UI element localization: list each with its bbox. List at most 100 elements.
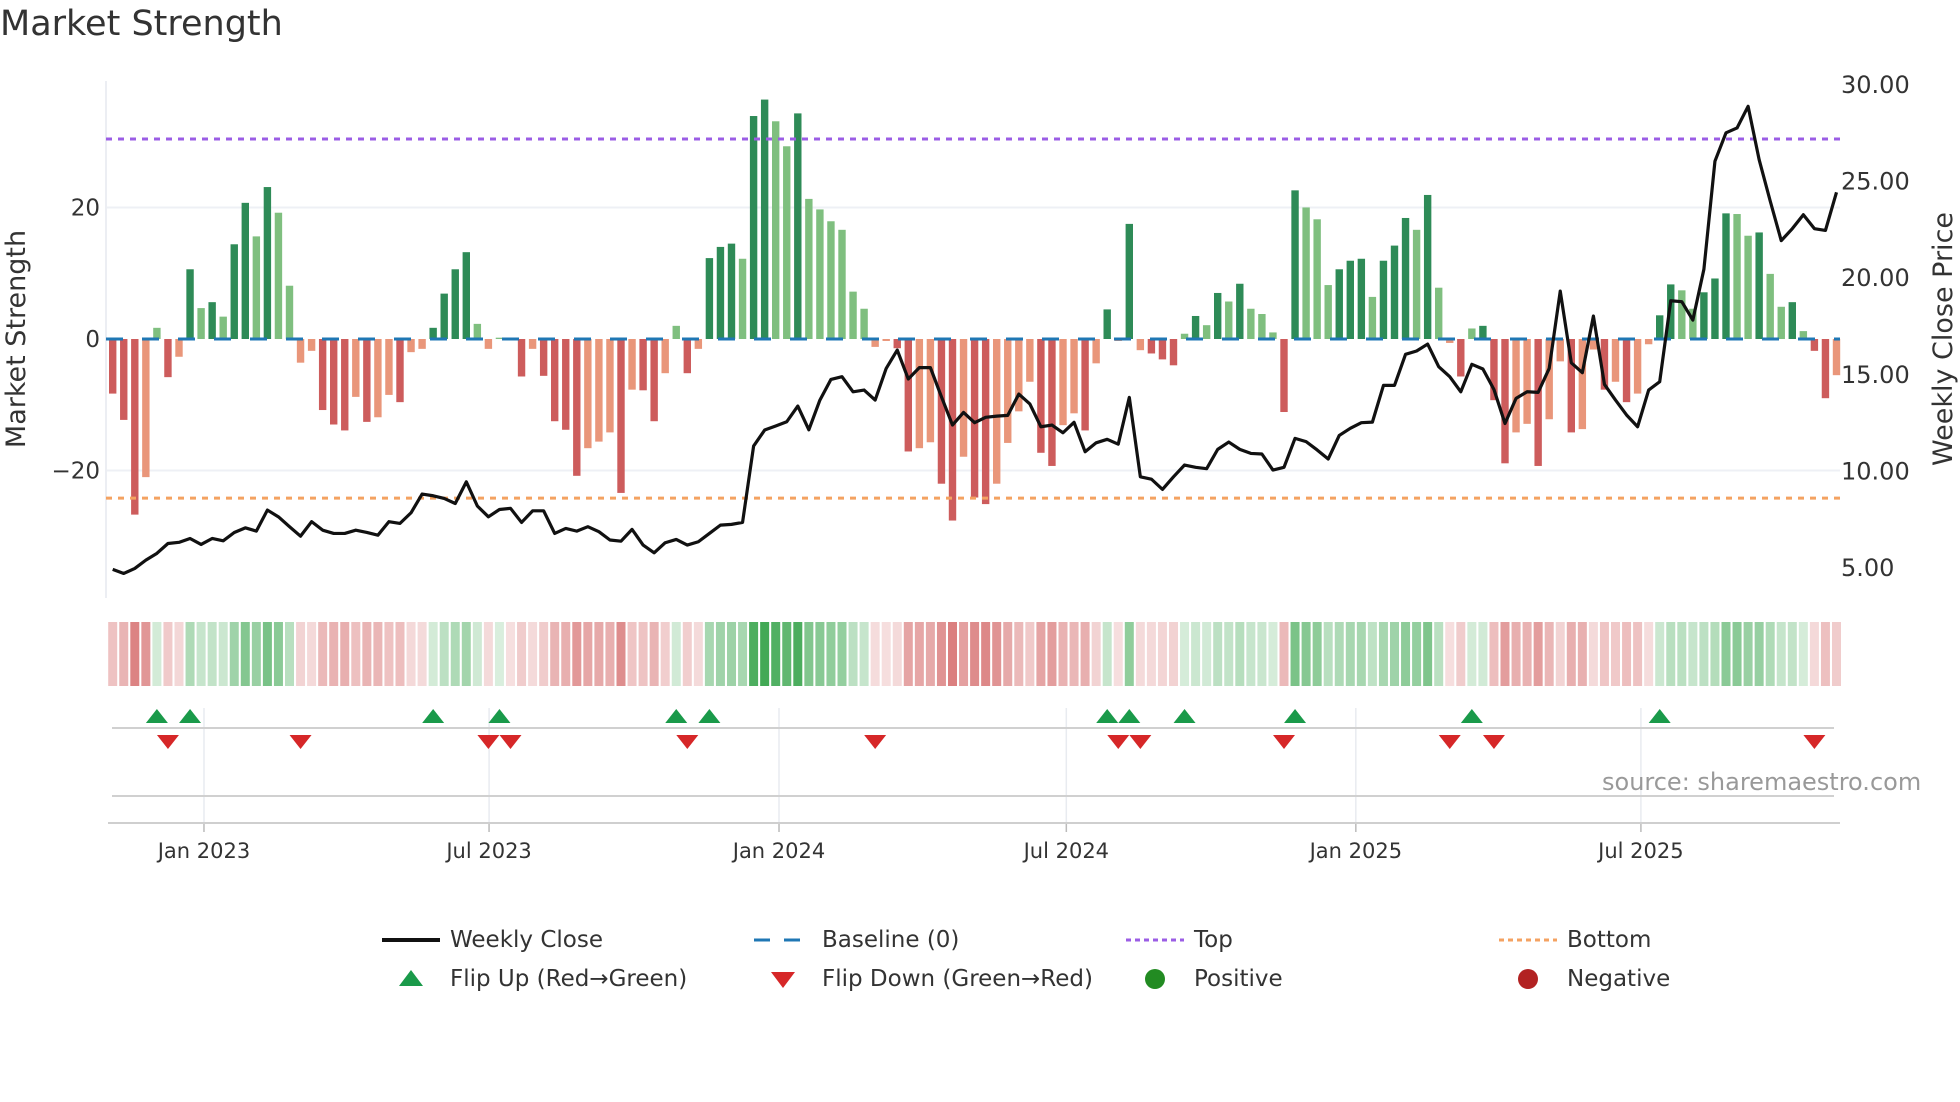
negative-bar [573, 339, 581, 476]
circle-icon [1145, 969, 1165, 989]
strip-cell [1787, 622, 1797, 686]
y-right-tick-label: 5.00 [1841, 554, 1894, 582]
strip-cell [318, 622, 328, 686]
strip-cell [262, 622, 272, 686]
strip-cell [1820, 622, 1830, 686]
strip-cell [925, 622, 935, 686]
strip-cell [163, 622, 173, 686]
legend-label: Negative [1567, 966, 1671, 992]
negative-bar [307, 339, 316, 351]
strip-cell [1423, 622, 1433, 686]
strip-cell [417, 622, 427, 686]
flip-down-icon [289, 735, 312, 749]
positive-bar [219, 316, 227, 339]
strip-cell [936, 622, 946, 686]
strip-cell [1445, 622, 1455, 686]
negative-bar [109, 339, 117, 394]
strip-cell [1566, 622, 1576, 686]
strip-cell [351, 622, 361, 686]
legend-negative: Negative [1497, 964, 1670, 994]
flip-up-icon [179, 709, 202, 723]
negative-bar [296, 339, 305, 363]
negative-bar [1821, 339, 1830, 399]
y-right-tick-label: 30.00 [1841, 71, 1910, 99]
legend-flip-down: Flip Down (Green→Red) [752, 964, 1093, 994]
strip-cell [903, 622, 913, 686]
strip-cell [959, 622, 969, 686]
strip-cell [870, 622, 880, 686]
legend-label: Positive [1194, 966, 1283, 992]
negative-bar [915, 339, 924, 449]
y-axis-label: Market Strength [1, 230, 32, 448]
strip-cell [395, 622, 405, 686]
strip-cell [627, 622, 637, 686]
flip-up-icon [1284, 709, 1307, 723]
positive-bar [440, 293, 448, 339]
negative-bar [1622, 339, 1631, 403]
strip-cell [1500, 622, 1510, 686]
negative-bar [539, 339, 548, 376]
positive-bar [838, 229, 846, 339]
strip-cell [1412, 622, 1422, 686]
negative-bar [484, 339, 493, 349]
strip-cell [185, 622, 195, 686]
strip-cell [1191, 622, 1201, 686]
positive-bar [860, 308, 868, 339]
positive-bar [1291, 190, 1299, 339]
negative-bar [1644, 339, 1653, 345]
strip-cell [1080, 622, 1090, 686]
strip-cell [1798, 622, 1808, 686]
strip-cell [914, 622, 924, 686]
negative-bar [363, 339, 371, 422]
strip-cell [517, 622, 527, 686]
positive-bar [1766, 273, 1774, 339]
strip-cell [1732, 622, 1742, 686]
positive-bar [1191, 315, 1200, 339]
strip-cell [1522, 622, 1532, 686]
negative-bar [1280, 339, 1288, 413]
strip-cell [1246, 622, 1256, 686]
positive-bar [1125, 223, 1133, 339]
positive-bar [1733, 214, 1741, 339]
flip-down-icon [1107, 735, 1130, 749]
strip-cell [1102, 622, 1112, 686]
positive-bar [1225, 301, 1233, 339]
negative-bar [120, 339, 128, 420]
positive-bar [153, 327, 161, 339]
flip-up-icon [422, 709, 445, 723]
legend-top: Top [1124, 925, 1233, 955]
strip-cell [251, 622, 261, 686]
negative-bar [341, 339, 349, 431]
y-tick-label: 20 [71, 195, 100, 221]
strip-cell [428, 622, 438, 686]
strip-cell [1014, 622, 1024, 686]
legend-label: Top [1194, 927, 1233, 953]
strip-cell [715, 622, 725, 686]
negative-bar [584, 339, 592, 449]
strip-cell [450, 622, 460, 686]
flip-down-icon [499, 735, 522, 749]
negative-bar [1092, 339, 1100, 364]
flip-down-icon [477, 735, 500, 749]
positive-bar [197, 308, 205, 339]
line-icon [382, 938, 440, 942]
strip-cell [1511, 622, 1521, 686]
negative-bar [948, 339, 957, 521]
legend-weekly-close: Weekly Close [380, 925, 603, 955]
strip-cell [859, 622, 869, 686]
negative-bar [1059, 339, 1067, 426]
negative-bar [904, 339, 912, 452]
positive-bar [749, 116, 758, 340]
flip-up-icon [1460, 709, 1483, 723]
strip-cell [1213, 622, 1223, 686]
flip-down-icon [1129, 735, 1152, 749]
strip-cell [1202, 622, 1212, 686]
strip-cell [1135, 622, 1145, 686]
triangle-up-icon [399, 970, 423, 986]
strip-cell [1235, 622, 1245, 686]
strip-cell [682, 622, 692, 686]
negative-bar [1556, 339, 1564, 362]
strip-cell [1765, 622, 1775, 686]
negative-bar [1169, 339, 1178, 366]
negative-bar [1048, 339, 1056, 466]
